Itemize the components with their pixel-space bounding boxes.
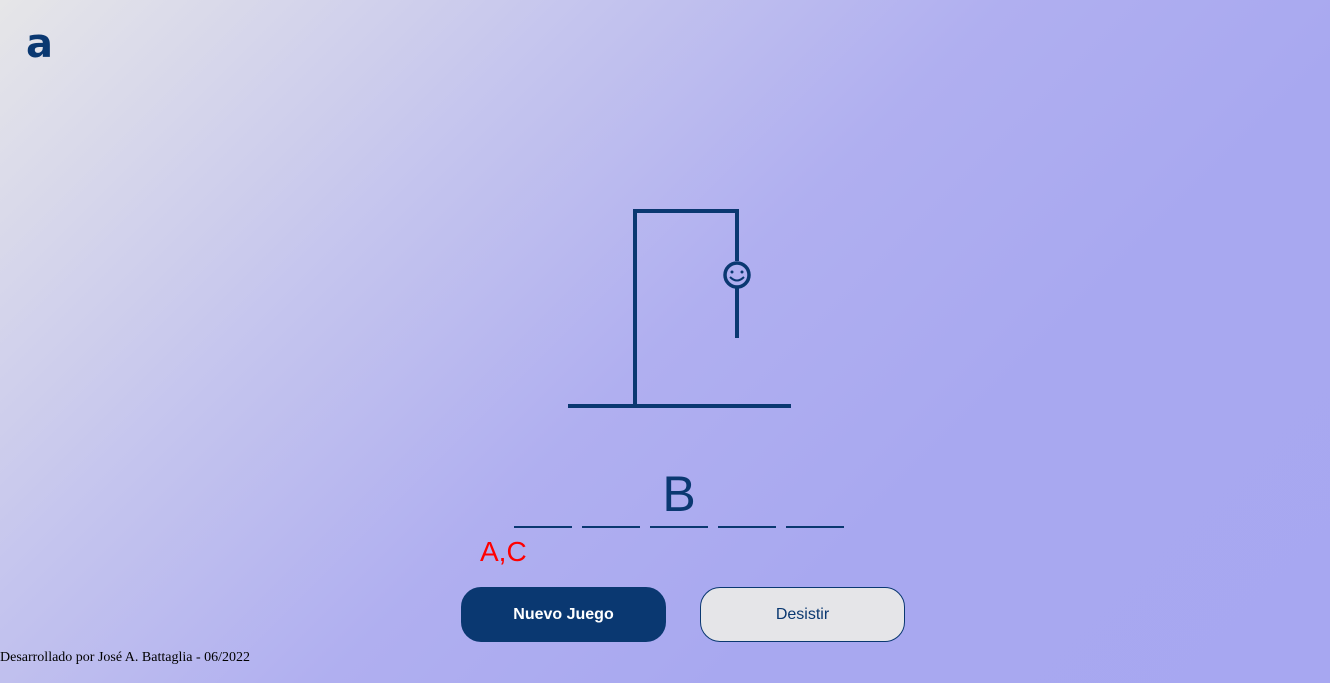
hangman-gallows-icon [568, 209, 791, 408]
slot-underline [718, 526, 776, 528]
slot-underline [650, 526, 708, 528]
letter-slot [514, 468, 572, 528]
new-game-button[interactable]: Nuevo Juego [461, 587, 666, 642]
footer-credit: Desarrollado por José A. Battaglia - 06/… [0, 650, 251, 665]
quit-button[interactable]: Desistir [700, 587, 905, 642]
slot-letter [514, 468, 572, 524]
slot-letter: B [662, 466, 696, 522]
slot-letter [786, 468, 844, 524]
logo: a [26, 21, 53, 67]
wrong-letters: A,C [480, 536, 527, 567]
slot-letter [718, 468, 776, 524]
letter-slot [786, 468, 844, 528]
letter-slot: B [650, 468, 708, 528]
word-slots: B [514, 468, 844, 528]
slot-underline [786, 526, 844, 528]
slot-underline [582, 526, 640, 528]
smiley-head-icon [723, 261, 751, 289]
letter-slot [718, 468, 776, 528]
letter-slot [582, 468, 640, 528]
slot-letter [582, 468, 640, 524]
slot-underline [514, 526, 572, 528]
